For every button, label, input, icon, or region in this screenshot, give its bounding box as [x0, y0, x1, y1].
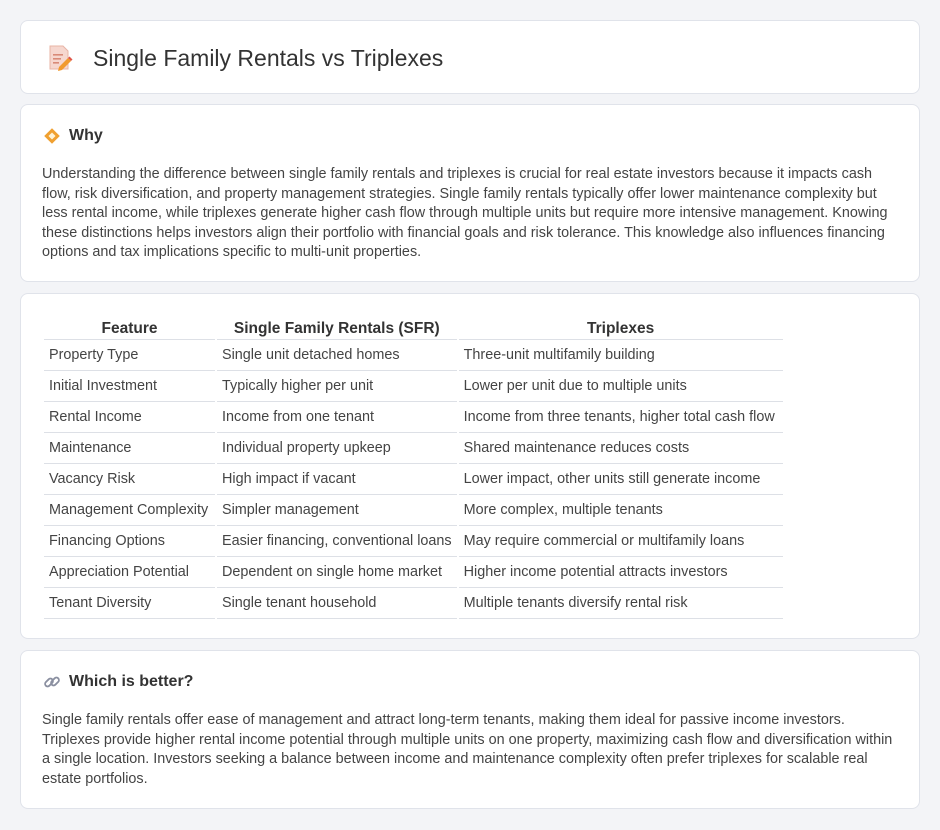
table-cell: Easier financing, conventional loans: [217, 526, 457, 557]
table-cell: Maintenance: [44, 433, 215, 464]
table-cell: More complex, multiple tenants: [458, 495, 783, 526]
table-row: Vacancy Risk High impact if vacant Lower…: [44, 464, 783, 495]
table-cell: Appreciation Potential: [44, 557, 215, 588]
table-cell: High impact if vacant: [217, 464, 457, 495]
table-row: Appreciation Potential Dependent on sing…: [44, 557, 783, 588]
table-cell: May require commercial or multifamily lo…: [458, 526, 783, 557]
table-cell: Dependent on single home market: [217, 557, 457, 588]
diamond-icon: [43, 127, 61, 145]
table-cell: Higher income potential attracts investo…: [458, 557, 783, 588]
which-better-text: Single family rentals offer ease of mana…: [42, 712, 893, 787]
which-better-section: Which is better? Single family rentals o…: [20, 650, 920, 809]
table-cell: Initial Investment: [44, 371, 215, 402]
table-cell: Typically higher per unit: [217, 371, 457, 402]
table-row: Maintenance Individual property upkeep S…: [44, 433, 783, 464]
table-row: Management Complexity Simpler management…: [44, 495, 783, 526]
table-cell: Income from three tenants, higher total …: [458, 402, 783, 433]
table-cell: Single unit detached homes: [217, 340, 457, 371]
table-cell: Simpler management: [217, 495, 457, 526]
column-header: Feature: [44, 318, 215, 340]
table-header-row: Feature Single Family Rentals (SFR) Trip…: [44, 318, 783, 340]
why-title: Why: [69, 127, 103, 144]
link-icon: [43, 673, 61, 691]
table-cell: Tenant Diversity: [44, 588, 215, 619]
comparison-section: Feature Single Family Rentals (SFR) Trip…: [20, 293, 920, 639]
table-row: Tenant Diversity Single tenant household…: [44, 588, 783, 619]
table-cell: Three-unit multifamily building: [458, 340, 783, 371]
table-cell: Shared maintenance reduces costs: [458, 433, 783, 464]
column-header: Single Family Rentals (SFR): [217, 318, 457, 340]
table-cell: Income from one tenant: [217, 402, 457, 433]
table-cell: Lower impact, other units still generate…: [458, 464, 783, 495]
table-cell: Vacancy Risk: [44, 464, 215, 495]
table-cell: Property Type: [44, 340, 215, 371]
page-title: Single Family Rentals vs Triplexes: [93, 44, 444, 71]
table-row: Rental Income Income from one tenant Inc…: [44, 402, 783, 433]
column-header: Triplexes: [458, 318, 783, 340]
table-row: Initial Investment Typically higher per …: [44, 371, 783, 402]
header-card: Single Family Rentals vs Triplexes: [20, 20, 920, 94]
table-cell: Multiple tenants diversify rental risk: [458, 588, 783, 619]
table-cell: Single tenant household: [217, 588, 457, 619]
table-cell: Rental Income: [44, 402, 215, 433]
table-row: Financing Options Easier financing, conv…: [44, 526, 783, 557]
table-cell: Financing Options: [44, 526, 215, 557]
table-row: Property Type Single unit detached homes…: [44, 340, 783, 371]
table-cell: Management Complexity: [44, 495, 215, 526]
why-section: Why Understanding the difference between…: [20, 104, 920, 282]
comparison-table: Feature Single Family Rentals (SFR) Trip…: [42, 318, 785, 619]
which-better-title: Which is better?: [69, 673, 194, 690]
table-cell: Individual property upkeep: [217, 433, 457, 464]
table-cell: Lower per unit due to multiple units: [458, 371, 783, 402]
why-text: Understanding the difference between sin…: [42, 166, 888, 261]
document-edit-icon: [47, 43, 73, 73]
